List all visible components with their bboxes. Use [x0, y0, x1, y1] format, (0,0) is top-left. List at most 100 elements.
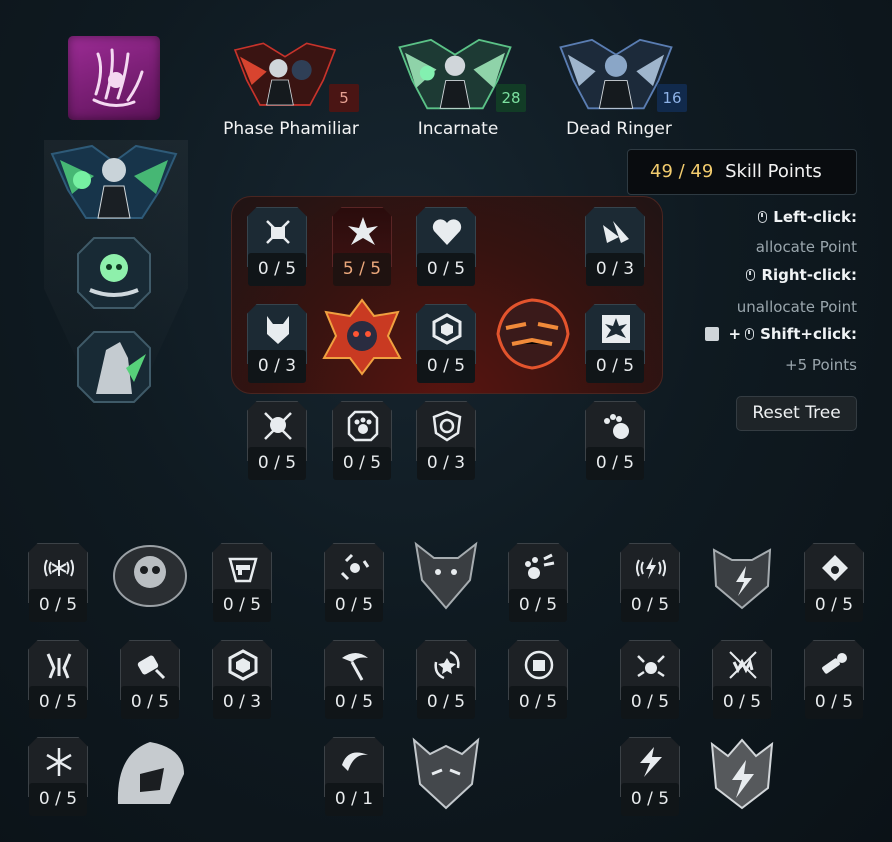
- skill-level: 0 / 5: [325, 686, 383, 719]
- shadow-wolf-icon: [414, 541, 478, 610]
- capstone-node[interactable]: [406, 734, 486, 812]
- skill-level: 5 / 5: [333, 253, 391, 286]
- capstone-node[interactable]: [406, 536, 486, 614]
- skill-level: 0 / 5: [248, 447, 306, 480]
- skill-node[interactable]: 0 / 3: [247, 304, 307, 384]
- skill-node[interactable]: 0 / 5: [212, 543, 272, 623]
- capstone-node[interactable]: [702, 536, 782, 614]
- horned-dragon-icon: [412, 737, 480, 810]
- points-label: Skill Points: [725, 161, 822, 182]
- skill-node[interactable]: 0 / 5: [28, 543, 88, 623]
- roaring-beast-icon: [117, 742, 184, 804]
- left-click-key: Left-click:: [773, 208, 857, 226]
- storm-beast-icon: [712, 548, 772, 610]
- skill-level: 0 / 5: [586, 447, 644, 480]
- skill-node[interactable]: 0 / 3: [416, 401, 476, 481]
- skill-level: 0 / 5: [509, 589, 567, 622]
- skill-node[interactable]: 0 / 5: [324, 640, 384, 720]
- skill-node[interactable]: 0 / 5: [28, 737, 88, 817]
- claw-orb-icon: [92, 48, 144, 107]
- skill-node[interactable]: 0 / 1: [324, 737, 384, 817]
- skill-node[interactable]: 0 / 5: [416, 207, 476, 287]
- skill-level: 0 / 5: [417, 350, 475, 383]
- spec-incarnate[interactable]: 28 Incarnate: [392, 38, 526, 146]
- fire-tiger-icon: [496, 298, 570, 370]
- skill-level: 0 / 3: [417, 447, 475, 480]
- skill-level: 0 / 5: [805, 589, 863, 622]
- skull-hands-node[interactable]: [74, 234, 154, 312]
- mouse-icon: [758, 211, 768, 223]
- capstone-node[interactable]: [492, 294, 572, 372]
- green-skull-icon: [77, 237, 151, 309]
- skill-node[interactable]: 0 / 5: [585, 304, 645, 384]
- skill-node[interactable]: 0 / 5: [416, 304, 476, 384]
- skill-level: 0 / 5: [805, 686, 863, 719]
- cloaked-figure-icon: [77, 331, 151, 403]
- skill-level: 0 / 5: [621, 589, 679, 622]
- skill-node[interactable]: 0 / 5: [508, 543, 568, 623]
- points-separator: /: [672, 161, 691, 182]
- skill-node[interactable]: 0 / 5: [508, 640, 568, 720]
- skill-level: 0 / 5: [713, 686, 771, 719]
- spec-name: Incarnate: [417, 119, 499, 139]
- shift-click-hint: + Shift+click:: [705, 325, 857, 343]
- mouse-icon: [745, 328, 755, 340]
- skill-node[interactable]: 0 / 5: [247, 207, 307, 287]
- skill-node[interactable]: 5 / 5: [332, 207, 392, 287]
- skill-level: 0 / 5: [121, 686, 179, 719]
- skill-level: 0 / 5: [621, 783, 679, 816]
- skill-node[interactable]: 0 / 5: [332, 401, 392, 481]
- cloaked-blade-node[interactable]: [74, 328, 154, 406]
- skill-node[interactable]: 0 / 5: [804, 640, 864, 720]
- class-icon: [68, 36, 160, 120]
- frost-skull-icon: [113, 545, 187, 607]
- skill-level: 0 / 5: [325, 589, 383, 622]
- mouse-icon: [746, 269, 756, 281]
- skill-node[interactable]: 0 / 5: [620, 640, 680, 720]
- skill-level: 0 / 3: [213, 686, 271, 719]
- right-click-hint: Right-click:: [746, 266, 857, 284]
- skill-node[interactable]: 0 / 5: [324, 543, 384, 623]
- skill-node[interactable]: 0 / 5: [120, 640, 180, 720]
- capstone-node[interactable]: [110, 734, 190, 812]
- skill-node[interactable]: 0 / 5: [620, 543, 680, 623]
- skill-level: 0 / 5: [621, 686, 679, 719]
- phase-phamiliar-portrait-icon: [233, 42, 337, 106]
- spec-phase-phamiliar[interactable]: 5 Phase Phamiliar: [223, 38, 359, 146]
- capstone-node[interactable]: [702, 734, 782, 812]
- skill-level: 0 / 5: [417, 686, 475, 719]
- skill-node[interactable]: 0 / 5: [247, 401, 307, 481]
- thunder-dragon-icon: [710, 738, 774, 810]
- points-total: 49: [690, 161, 714, 182]
- skill-node[interactable]: 0 / 5: [712, 640, 772, 720]
- skill-node[interactable]: 0 / 5: [620, 737, 680, 817]
- skill-level: 0 / 5: [417, 253, 475, 286]
- left-click-action: allocate Point: [755, 238, 857, 256]
- skill-node[interactable]: 0 / 5: [416, 640, 476, 720]
- shift-key-icon: [705, 327, 720, 341]
- skill-level: 0 / 5: [509, 686, 567, 719]
- skill-level: 0 / 5: [333, 447, 391, 480]
- incarnate-spec-portrait[interactable]: [42, 140, 186, 224]
- skill-node[interactable]: 0 / 5: [585, 401, 645, 481]
- points-spent: 49: [650, 161, 673, 182]
- skill-node[interactable]: 0 / 3: [585, 207, 645, 287]
- capstone-node[interactable]: [110, 536, 190, 614]
- plus-sign: +: [728, 325, 742, 343]
- skill-points-counter: 49 / 49 Skill Points: [627, 149, 857, 195]
- spec-level-badge: 5: [329, 84, 359, 112]
- reset-tree-button[interactable]: Reset Tree: [736, 396, 857, 431]
- skill-level: 0 / 5: [586, 350, 644, 383]
- right-click-action: unallocate Point: [736, 298, 857, 316]
- skill-node[interactable]: 0 / 3: [212, 640, 272, 720]
- skill-node[interactable]: 0 / 5: [28, 640, 88, 720]
- spec-dead-ringer[interactable]: 16 Dead Ringer: [553, 38, 687, 146]
- spec-name: Dead Ringer: [566, 119, 672, 139]
- skill-node[interactable]: 0 / 5: [804, 543, 864, 623]
- winged-figure-icon: [50, 144, 178, 219]
- capstone-node[interactable]: [322, 298, 402, 376]
- skill-level: 0 / 5: [248, 253, 306, 286]
- spec-level-badge: 16: [657, 84, 687, 112]
- skill-level: 0 / 5: [29, 589, 87, 622]
- skill-level: 0 / 3: [586, 253, 644, 286]
